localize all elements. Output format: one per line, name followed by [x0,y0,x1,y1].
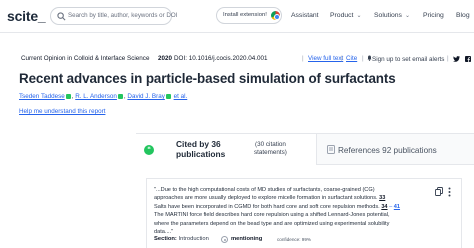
snippet-line: approaches are more usually deployed to … [154,194,406,202]
snippet-line: The MARTINI force field describes hard c… [154,212,390,219]
statements-line: statements) [254,149,287,156]
chevron-down-icon: ⌄ [356,13,362,19]
references-label: References 92 publications [327,145,437,155]
chrome-icon [271,11,280,20]
separator: | [447,55,449,62]
citation-statement-card: "...Due to the high computational costs … [146,178,462,248]
twitter-icon[interactable] [453,55,460,64]
snippet-line: Salts have been incorporated in CGMD for… [154,203,406,211]
highlight-reference[interactable]: 33 [379,195,385,201]
quote-icon: ❝ [144,145,154,155]
paper-title: Recent advances in particle-based simula… [19,71,396,86]
view-full-text-link[interactable]: View full text [308,55,343,62]
nav-solutions[interactable]: Solutions ⌄ [374,12,410,19]
reference-range-dash: – [389,203,393,210]
scite-logo[interactable]: scite_ [7,8,46,24]
author-profile-icon [65,93,71,99]
snippet-line: where the parameters depend on the bead … [154,220,390,227]
author-link[interactable]: Tseden Taddese [19,93,65,100]
top-navigation: scite_ Search by title, author, keywords… [0,0,474,33]
chevron-down-icon: ⌄ [404,13,410,19]
nav-blog[interactable]: Blog [456,12,470,19]
facebook-icon[interactable] [465,55,471,64]
snippet-text: Salts have been incorporated in CGMD for… [154,203,380,210]
author-link[interactable]: R. L. Anderson [75,93,117,100]
separator: | [302,55,304,62]
section-value: Introduction [178,236,209,242]
separator: | [362,55,364,62]
citation-bar: Current Opinion in Colloid & Interface S… [19,54,474,66]
author-profile-icon [117,93,123,99]
snippet-line: "...Due to the high computational costs … [154,187,375,193]
cited-by-line: Cited by 36 [176,139,221,149]
nav-assistant[interactable]: Assistant [291,12,319,19]
doi: DOI: 10.1016/j.cocis.2020.04.001 [174,55,268,62]
email-alerts-link[interactable]: Sign up to set email alerts [367,55,444,63]
more-vertical-icon[interactable] [448,187,451,197]
author-profile-icon [165,93,171,99]
nav-pricing[interactable]: Pricing [423,12,444,19]
nav-product[interactable]: Product ⌄ [330,12,361,19]
snippet-text: approaches are more usually deployed to … [154,195,378,202]
tab-references[interactable]: References 92 publications [317,134,474,165]
confidence-score: confidence: 99% [277,237,311,242]
nav-product-label: Product [330,12,354,19]
section-label: Section: [154,236,177,242]
citation-snippet: "...Due to the high computational costs … [154,186,406,236]
highlight-reference[interactable]: 41 [394,204,400,210]
search-placeholder: Search by title, author, keywords or DOI [68,12,178,19]
et-al-link[interactable]: et al. [174,93,188,100]
statements-line: (30 citation [255,141,286,148]
search-icon [57,12,66,21]
publication-year: 2020 [158,55,173,62]
mentioning-icon [221,236,228,243]
separator: | [341,55,343,62]
install-extension-label: Install extension! [223,12,267,18]
journal-name: Current Opinion in Colloid & Interface S… [21,55,150,62]
section-info: Section: Introduction [154,236,209,242]
cited-by-line: publications [176,148,226,159]
help-understand-link[interactable]: Help me understand this report [19,108,105,115]
install-extension-button[interactable]: Install extension! [216,7,282,24]
search-input[interactable]: Search by title, author, keywords or DOI [50,7,177,25]
references-icon [327,145,335,154]
mentioning-label: mentioning [231,236,263,242]
cited-by-count: Cited by 36 publications [176,139,226,159]
author-list: Tseden Taddese, R. L. Anderson, David J.… [19,93,188,100]
author-link[interactable]: David J. Bray [127,93,164,100]
tab-cited-by[interactable]: ❝ Cited by 36 publications (30 citation … [136,134,317,165]
cite-link[interactable]: Cite [346,55,357,62]
email-alerts-label: Sign up to set email alerts [372,56,445,63]
copy-icon[interactable] [435,187,443,196]
citation-statements-count: (30 citation statements) [254,141,287,157]
citation-tabs: ❝ Cited by 36 publications (30 citation … [136,133,474,165]
nav-solutions-label: Solutions [374,12,402,19]
highlight-reference[interactable]: 34 [381,204,387,210]
references-text: References 92 publications [338,146,437,155]
